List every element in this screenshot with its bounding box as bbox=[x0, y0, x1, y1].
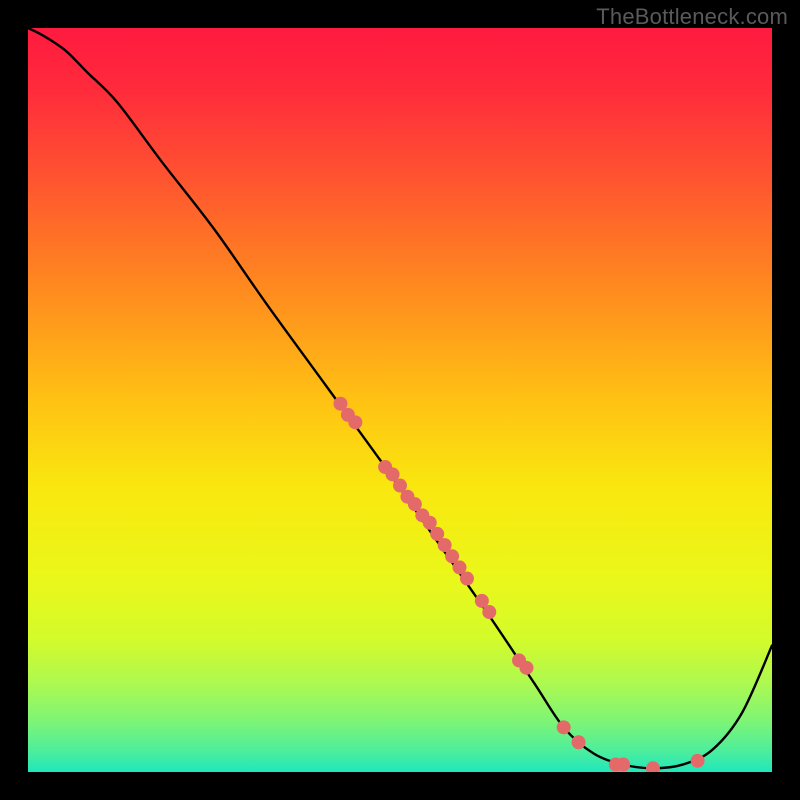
data-point bbox=[460, 572, 474, 586]
plot-area bbox=[28, 28, 772, 772]
data-point bbox=[557, 720, 571, 734]
chart-frame: TheBottleneck.com bbox=[0, 0, 800, 800]
gradient-background bbox=[28, 28, 772, 772]
chart-svg bbox=[28, 28, 772, 772]
data-point bbox=[572, 735, 586, 749]
data-point bbox=[519, 661, 533, 675]
watermark-text: TheBottleneck.com bbox=[596, 4, 788, 30]
data-point bbox=[691, 754, 705, 768]
data-point bbox=[348, 415, 362, 429]
data-point bbox=[482, 605, 496, 619]
data-point bbox=[616, 758, 630, 772]
